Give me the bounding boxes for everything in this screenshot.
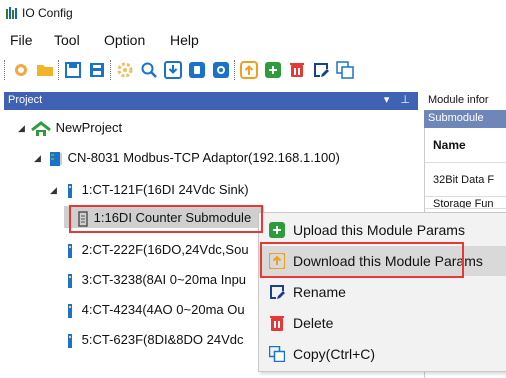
tree-module-4-label: 4:CT-4234(4AO 0~20ma Ou bbox=[81, 302, 245, 317]
grid-row-label: 32Bit Data F bbox=[433, 174, 495, 186]
module-icon bbox=[68, 183, 72, 198]
menu-delete[interactable]: Delete bbox=[259, 308, 506, 338]
home-icon bbox=[31, 120, 51, 136]
menu-rename[interactable]: Rename bbox=[259, 277, 506, 307]
module-icon bbox=[68, 243, 72, 258]
toolbar-separator bbox=[110, 60, 112, 80]
open-folder-icon[interactable] bbox=[34, 59, 56, 81]
menu-delete-label: Delete bbox=[293, 315, 334, 331]
grid-row-label: Storage Fun bbox=[433, 198, 494, 209]
delete-icon bbox=[270, 316, 284, 331]
start-icon[interactable] bbox=[186, 59, 208, 81]
menu-download-params-label: Download this Module Params bbox=[293, 253, 483, 269]
grid-header-row: Name bbox=[425, 128, 506, 163]
stop-icon[interactable] bbox=[210, 59, 232, 81]
download-params-icon bbox=[269, 253, 285, 269]
context-menu: Upload this Module Params Download this … bbox=[258, 212, 506, 372]
menu-bar: File Tool Option Help bbox=[0, 28, 506, 52]
menu-rename-label: Rename bbox=[293, 284, 346, 300]
menu-download-params[interactable]: Download this Module Params bbox=[259, 246, 506, 276]
tree-module-2-label: 2:CT-222F(16DO,24Vdc,Sou bbox=[81, 242, 249, 257]
tree-module-1-label: 1:CT-121F(16DI 24Vdc Sink) bbox=[81, 182, 249, 197]
collapse-arrow-icon[interactable]: ◢ bbox=[50, 185, 57, 196]
menu-upload-params[interactable]: Upload this Module Params bbox=[259, 215, 506, 245]
tree-submodule[interactable]: 1:16DI Counter Submodule bbox=[76, 210, 251, 227]
tree-root[interactable]: NewProject bbox=[30, 120, 122, 137]
submodule-tab-label: Submodule bbox=[428, 112, 484, 124]
window-title: IO Config bbox=[22, 6, 73, 20]
connect-icon[interactable] bbox=[10, 59, 32, 81]
tree-module-4[interactable]: 4:CT-4234(4AO 0~20ma Ou bbox=[66, 302, 245, 319]
tree-module-1[interactable]: 1:CT-121F(16DI 24Vdc Sink) bbox=[66, 182, 249, 199]
project-panel-header: Project ▾ ⊥ bbox=[4, 92, 418, 110]
table-row[interactable]: Storage Fun bbox=[425, 196, 506, 209]
copy-icon[interactable] bbox=[334, 59, 356, 81]
module-icon bbox=[68, 333, 72, 348]
toolbar bbox=[0, 56, 506, 86]
collapse-arrow-icon[interactable]: ◢ bbox=[34, 153, 41, 164]
submodule-tab[interactable]: Submodule bbox=[424, 110, 506, 128]
menu-file[interactable]: File bbox=[10, 32, 33, 48]
menu-upload-params-label: Upload this Module Params bbox=[293, 222, 465, 238]
project-panel-title: Project bbox=[8, 94, 43, 106]
copy-icon bbox=[269, 346, 285, 362]
toolbar-separator bbox=[234, 60, 236, 80]
menu-copy[interactable]: Copy(Ctrl+C) bbox=[259, 339, 506, 369]
menu-option[interactable]: Option bbox=[104, 32, 145, 48]
tree-module-3[interactable]: 3:CT-3238(8AI 0~20ma Inpu bbox=[66, 272, 246, 289]
sync-icon[interactable] bbox=[262, 59, 284, 81]
tree-submodule-label: 1:16DI Counter Submodule bbox=[93, 210, 252, 225]
grid-col-name: Name bbox=[433, 138, 466, 152]
tree-adaptor[interactable]: CN-8031 Modbus-TCP Adaptor(192.168.1.100… bbox=[48, 150, 340, 167]
save-as-icon[interactable] bbox=[86, 59, 108, 81]
tree-module-5-label: 5:CT-623F(8DI&8DO 24Vdc bbox=[81, 332, 244, 347]
tree-module-2[interactable]: 2:CT-222F(16DO,24Vdc,Sou bbox=[66, 242, 249, 259]
menu-copy-label: Copy(Ctrl+C) bbox=[293, 346, 376, 362]
download-icon[interactable] bbox=[162, 59, 184, 81]
menu-tool[interactable]: Tool bbox=[54, 32, 80, 48]
panel-pin-icon[interactable]: ▾ ⊥ bbox=[384, 93, 414, 106]
app-icon bbox=[6, 7, 17, 19]
toolbar-separator bbox=[58, 60, 60, 80]
menu-help[interactable]: Help bbox=[170, 32, 199, 48]
module-info-header: Module infor bbox=[424, 92, 506, 110]
module-icon bbox=[68, 303, 72, 318]
tree-adaptor-label: CN-8031 Modbus-TCP Adaptor(192.168.1.100… bbox=[67, 150, 340, 165]
adaptor-icon bbox=[50, 151, 62, 166]
module-icon bbox=[68, 273, 72, 288]
submodule-icon bbox=[78, 210, 88, 227]
search-icon[interactable] bbox=[138, 59, 160, 81]
table-row[interactable]: 32Bit Data F bbox=[425, 162, 506, 197]
tree-root-label: NewProject bbox=[55, 120, 123, 135]
upload-params-icon bbox=[269, 222, 285, 238]
delete-icon[interactable] bbox=[286, 59, 308, 81]
tree-module-5[interactable]: 5:CT-623F(8DI&8DO 24Vdc bbox=[66, 332, 243, 349]
tree-module-3-label: 3:CT-3238(8AI 0~20ma Inpu bbox=[81, 272, 247, 287]
title-bar: IO Config bbox=[0, 0, 506, 26]
rename-icon bbox=[270, 285, 285, 299]
rename-icon[interactable] bbox=[310, 59, 332, 81]
save-icon[interactable] bbox=[62, 59, 84, 81]
toolbar-separator bbox=[4, 60, 6, 80]
collapse-arrow-icon[interactable]: ◢ bbox=[18, 123, 25, 134]
module-info-title: Module infor bbox=[428, 94, 489, 106]
upload-icon[interactable] bbox=[238, 59, 260, 81]
settings-icon[interactable] bbox=[114, 59, 136, 81]
